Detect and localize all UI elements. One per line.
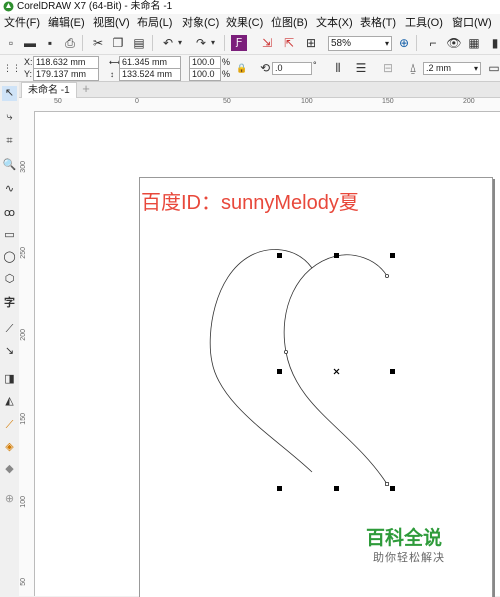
x-label: X: (24, 57, 33, 67)
toolbox: ↖ ⤷ ⌗ 🔍 ∿ ꝏ ▭ ◯ ⬡ 字 ⟋ ↘ ◨ ◭ ⟋ ◈ ◆ ⊕ (0, 82, 20, 596)
lock-ratio-icon[interactable]: 🔒 (234, 60, 250, 76)
menu-text[interactable]: 文本(X) (316, 14, 353, 32)
rotation-angle-field[interactable]: .0 (272, 62, 312, 75)
interactive-fill-tool-icon[interactable]: ◈ (2, 440, 17, 455)
copy-icon[interactable]: ❐ (110, 35, 126, 51)
menu-layout[interactable]: 布局(L) (137, 14, 172, 32)
freehand-tool-icon[interactable]: ∿ (2, 182, 17, 197)
crop-tool-icon[interactable]: ⌗ (2, 134, 17, 149)
tab-document[interactable]: 未命名 -1 (21, 82, 77, 98)
document-tab-bar: 未命名 -1 + (19, 82, 500, 98)
menu-table[interactable]: 表格(T) (360, 14, 396, 32)
ruler-mark: 150 (20, 413, 27, 425)
menu-file[interactable]: 文件(F) (4, 14, 40, 32)
brand-title: 百科全说 (366, 528, 443, 549)
outline-pen-icon: ⍙ (409, 61, 417, 75)
window-title: CorelDRAW X7 (64-Bit) - 未命名 -1 (17, 1, 173, 12)
rotation-icon: ⟲ (259, 61, 271, 75)
shape-tool-icon[interactable]: ⤷ (2, 110, 17, 125)
ruler-mark: 200 (20, 329, 27, 341)
options-icon[interactable]: ▮ (487, 35, 500, 51)
align-icon[interactable]: ⊟ (380, 60, 396, 76)
import-icon[interactable]: ⇲ (259, 35, 275, 51)
menu-view[interactable]: 视图(V) (93, 14, 130, 32)
connector-tool-icon[interactable]: ↘ (2, 344, 17, 359)
pick-tool-icon[interactable]: ↖ (2, 86, 17, 101)
mirror-horizontal-icon[interactable]: ⫴ (330, 60, 346, 76)
brand-subtitle: 助你轻松解决 (373, 552, 445, 564)
object-origin-icon[interactable]: ⋮⋮ (3, 60, 21, 76)
title-bar: CorelDRAW X7 (64-Bit) - 未命名 -1 (0, 0, 500, 14)
percent-y-label: % (222, 69, 231, 79)
height-field[interactable]: 133.524 mm (119, 68, 181, 81)
publish-pdf-icon[interactable]: ⊞ (303, 35, 319, 51)
artistic-media-tool-icon[interactable]: ꝏ (2, 206, 17, 221)
cut-icon[interactable]: ✂ (90, 35, 106, 51)
text-tool-icon[interactable]: 字 (2, 296, 17, 311)
menu-bar: 文件(F) 编辑(E) 视图(V) 布局(L) 对象(C) 效果(C) 位图(B… (0, 14, 500, 33)
mirror-vertical-icon[interactable]: ☰ (353, 60, 369, 76)
search-content-icon[interactable]: Ƒ (231, 35, 247, 51)
paste-icon[interactable]: ▤ (131, 35, 147, 51)
ellipse-tool-icon[interactable]: ◯ (2, 250, 17, 265)
menu-object[interactable]: 对象(C) (182, 14, 219, 32)
undo-dropdown-icon[interactable]: ▾ (176, 35, 184, 51)
color-eyedropper-tool-icon[interactable]: ⟋ (2, 418, 17, 433)
percent-x-label: % (222, 57, 231, 67)
vertical-ruler[interactable]: 300 250 200 150 100 50 (19, 111, 35, 596)
ruler-mark: 300 (20, 161, 27, 173)
transparency-tool-icon[interactable]: ◭ (2, 394, 17, 409)
ruler-mark: 0 (135, 98, 139, 105)
horizontal-ruler[interactable]: 50 0 50 100 150 200 (35, 98, 500, 112)
ruler-mark: 50 (223, 98, 231, 105)
menu-effects[interactable]: 效果(C) (226, 14, 263, 32)
zoom-level-select[interactable]: 58% ▾ (328, 36, 392, 51)
height-icon: ↕ (110, 70, 114, 79)
export-icon[interactable]: ⇱ (281, 35, 297, 51)
show-grid-icon[interactable]: 👁 (446, 35, 462, 51)
new-tab-button[interactable]: + (79, 82, 93, 97)
menu-window[interactable]: 窗口(W) (452, 14, 492, 32)
add-tool-icon[interactable]: ⊕ (2, 492, 17, 507)
y-position-field[interactable]: 179.137 mm (33, 68, 99, 81)
full-screen-preview-icon[interactable]: ⊕ (396, 35, 412, 51)
menu-edit[interactable]: 编辑(E) (48, 14, 85, 32)
parallel-dimension-tool-icon[interactable]: ⟋ (2, 322, 17, 337)
degree-label: ° (313, 60, 317, 70)
ruler-mark: 50 (54, 98, 62, 105)
ruler-mark: 50 (20, 578, 27, 586)
menu-bitmap[interactable]: 位图(B) (271, 14, 308, 32)
smart-fill-tool-icon[interactable]: ◆ (2, 462, 17, 477)
undo-icon[interactable]: ↶ (160, 35, 176, 51)
ruler-mark: 250 (20, 247, 27, 259)
save-icon[interactable]: ▪ (42, 35, 58, 51)
rectangle-tool-icon[interactable]: ▭ (2, 228, 17, 243)
standard-toolbar: ▫ ▬ ▪ ⎙ ✂ ❐ ▤ ↶ ▾ ↷ ▾ Ƒ ⇲ ⇱ ⊞ 58% ▾ ⊕ ⌐ 👁… (0, 32, 500, 55)
ruler-mark: 150 (382, 98, 394, 105)
property-bar: ⋮⋮ X: 118.632 mm Y: 179.137 mm ⟷ 61.345 … (0, 55, 500, 82)
watermark-text: 百度ID：sunnyMelody夏 (141, 192, 359, 214)
convert-to-curves-icon[interactable]: ▭ (486, 60, 500, 76)
coreldraw-logo-icon (3, 1, 14, 12)
print-icon[interactable]: ⎙ (62, 35, 78, 51)
menu-tools[interactable]: 工具(O) (405, 14, 443, 32)
drop-shadow-tool-icon[interactable]: ◨ (2, 372, 17, 387)
ruler-corner[interactable] (19, 98, 36, 112)
ruler-mark: 100 (301, 98, 313, 105)
ruler-mark: 100 (20, 496, 27, 508)
outline-width-select[interactable]: .2 mm ▾ (423, 62, 481, 75)
zoom-tool-icon[interactable]: 🔍 (2, 158, 17, 173)
open-icon[interactable]: ▬ (22, 35, 38, 51)
y-label: Y: (24, 69, 33, 79)
scale-y-field[interactable]: 100.0 (189, 68, 221, 81)
ruler-mark: 200 (463, 98, 475, 105)
snap-icon[interactable]: ▦ (466, 35, 482, 51)
redo-dropdown-icon[interactable]: ▾ (209, 35, 217, 51)
redo-icon[interactable]: ↷ (193, 35, 209, 51)
polygon-tool-icon[interactable]: ⬡ (2, 272, 17, 287)
new-icon[interactable]: ▫ (3, 35, 19, 51)
show-rulers-icon[interactable]: ⌐ (425, 35, 441, 51)
